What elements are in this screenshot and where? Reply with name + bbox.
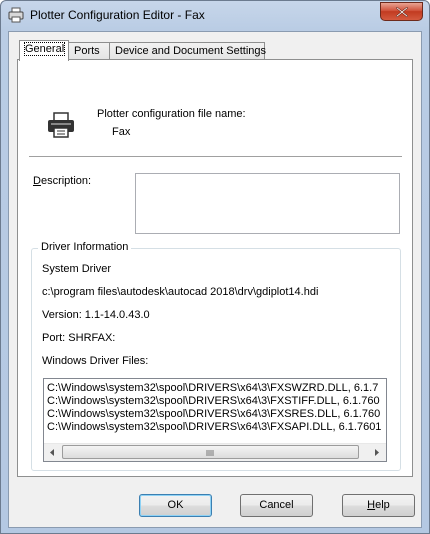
cancel-button[interactable]: Cancel <box>240 494 313 517</box>
help-button[interactable]: Help <box>342 494 415 517</box>
scrollbar-thumb[interactable] <box>62 445 359 459</box>
close-icon <box>396 7 408 17</box>
horizontal-scrollbar[interactable] <box>44 443 386 461</box>
scroll-right-button[interactable] <box>369 444 386 461</box>
driver-files-list[interactable]: C:\Windows\system32\spool\DRIVERS\x64\3\… <box>43 378 387 462</box>
driver-files-label: Windows Driver Files: <box>42 355 149 367</box>
config-file-name-value: Fax <box>112 126 131 138</box>
window-title: Plotter Configuration Editor - Fax <box>30 8 205 22</box>
driver-port: Port: SHRFAX: <box>42 332 116 344</box>
arrow-right-icon <box>375 449 379 456</box>
dialog-client-area: General Ports Device and Document Settin… <box>8 31 422 528</box>
close-button[interactable] <box>380 2 423 21</box>
list-item[interactable]: C:\Windows\system32\spool\DRIVERS\x64\3\… <box>47 421 381 434</box>
title-bar[interactable]: Plotter Configuration Editor - Fax <box>1 1 429 31</box>
general-tab-panel: Plotter configuration file name: Fax Des… <box>17 59 413 477</box>
description-input[interactable] <box>135 173 400 234</box>
arrow-left-icon <box>50 449 54 456</box>
config-file-name-label: Plotter configuration file name: <box>97 108 246 120</box>
plotter-app-icon <box>8 7 24 23</box>
tab-general[interactable]: General <box>19 40 69 61</box>
list-item[interactable]: C:\Windows\system32\spool\DRIVERS\x64\3\… <box>47 408 381 421</box>
separator <box>29 156 402 157</box>
grip-icon <box>206 450 214 456</box>
tab-ports[interactable]: Ports <box>68 42 110 60</box>
description-label: Description: <box>33 175 92 187</box>
scroll-left-button[interactable] <box>44 444 61 461</box>
driver-path: c:\program files\autodesk\autocad 2018\d… <box>42 286 319 298</box>
driver-information-title: Driver Information <box>38 241 132 253</box>
driver-type: System Driver <box>42 263 112 275</box>
list-item[interactable]: C:\Windows\system32\spool\DRIVERS\x64\3\… <box>47 395 381 408</box>
tab-device-and-document-settings[interactable]: Device and Document Settings <box>109 42 266 60</box>
driver-version: Version: 1.1-14.0.43.0 <box>42 309 150 321</box>
printer-icon <box>48 112 74 138</box>
list-item[interactable]: C:\Windows\system32\spool\DRIVERS\x64\3\… <box>47 382 381 395</box>
dialog-window: Plotter Configuration Editor - Fax Gener… <box>0 0 430 534</box>
ok-button[interactable]: OK <box>139 494 212 517</box>
